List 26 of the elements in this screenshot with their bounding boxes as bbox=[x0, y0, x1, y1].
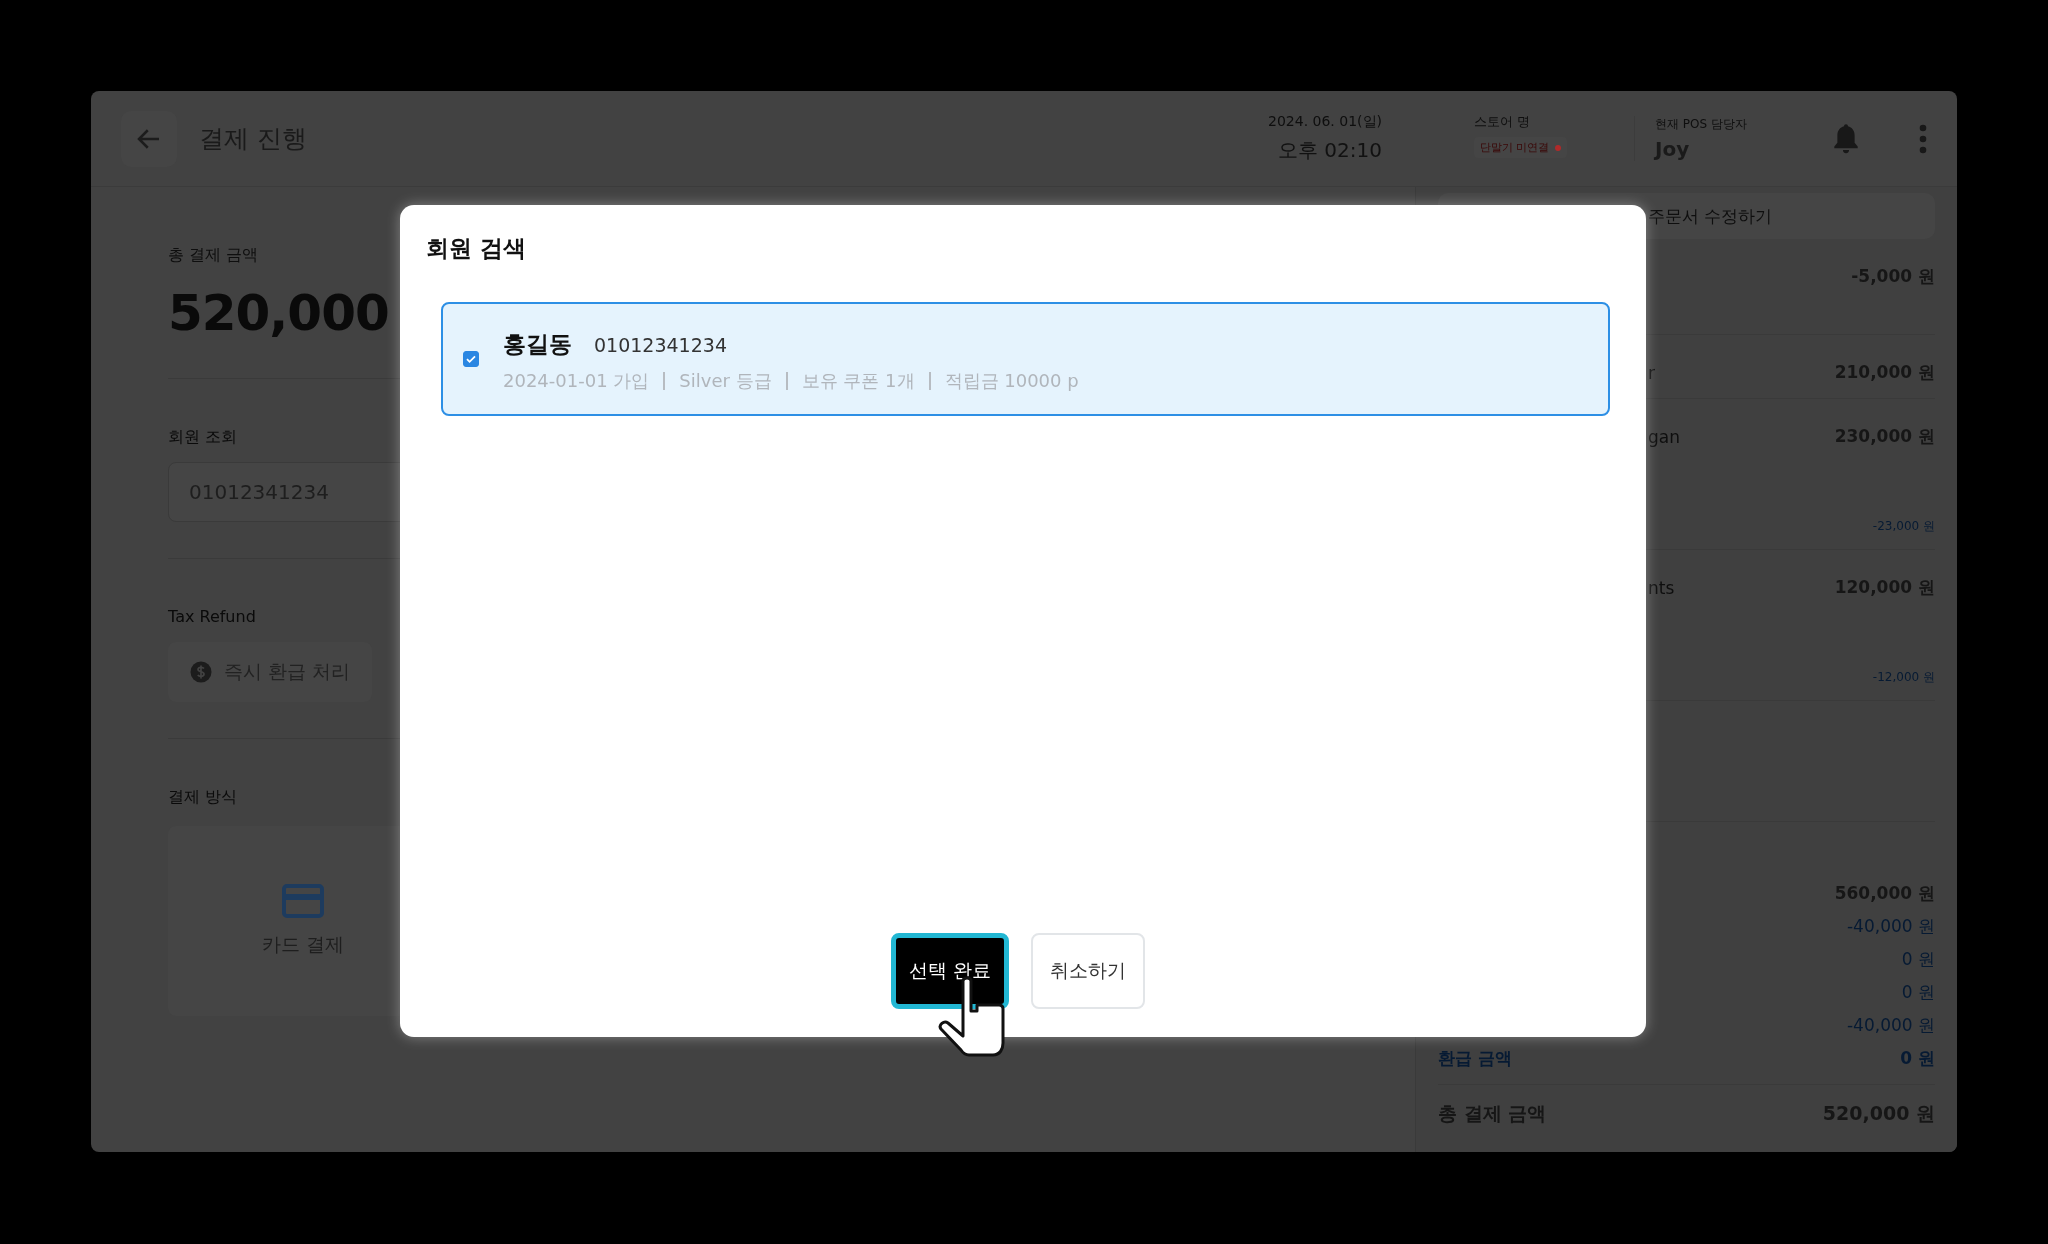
dollar-icon bbox=[190, 661, 212, 683]
member-detail: Silver 등급 bbox=[663, 371, 786, 390]
member-row[interactable]: 홍길동 01012341234 2024-01-01 가입 Silver 등급 보유 쿠폰 1개 적립금 10000 p bbox=[441, 302, 1610, 416]
dialog-title: 회원 검색 bbox=[426, 234, 527, 263]
payment-method-label: 결제 방식 bbox=[168, 787, 238, 808]
credit-card-icon bbox=[282, 884, 324, 918]
member-phone: 01012341234 bbox=[594, 333, 727, 356]
checkbox[interactable] bbox=[463, 351, 479, 367]
summary-amount: -40,000 원 bbox=[1846, 1014, 1935, 1037]
total-amount: 520,000 bbox=[168, 284, 389, 342]
summary-amount: 0 원 bbox=[1900, 1047, 1935, 1070]
bell-icon[interactable] bbox=[1831, 122, 1861, 155]
member-lookup-label: 회원 조회 bbox=[168, 427, 238, 448]
member-detail: 보유 쿠폰 1개 bbox=[785, 371, 929, 390]
check-icon bbox=[465, 353, 477, 365]
member-detail: 적립금 10000 p bbox=[928, 371, 1093, 390]
member-detail: 2024-01-01 가입 bbox=[503, 371, 651, 390]
more-menu-icon[interactable] bbox=[1919, 123, 1927, 154]
summary-label: 환급 금액 bbox=[1438, 1047, 1512, 1070]
dialog-button[interactable]: 선택 완료 bbox=[891, 933, 1009, 1009]
summary-amount: 0 원 bbox=[1901, 981, 1935, 1004]
summary-amount: -40,000 원 bbox=[1846, 915, 1935, 938]
member-name: 홍길동 bbox=[503, 329, 572, 359]
summary-amount: 0 원 bbox=[1901, 948, 1935, 971]
tax-refund-label: Tax Refund bbox=[168, 607, 256, 626]
dialog-button[interactable]: 취소하기 bbox=[1031, 933, 1145, 1009]
